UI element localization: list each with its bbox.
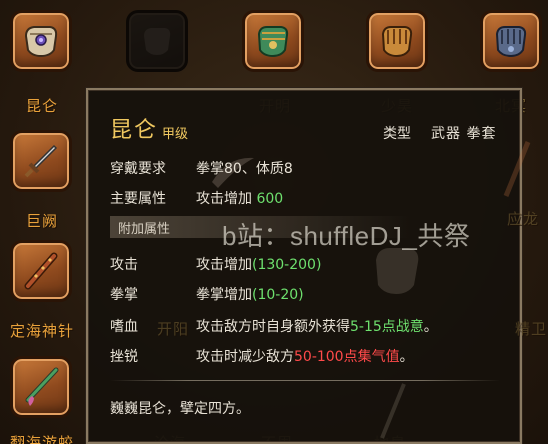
item-tooltip: 开阳 应龙 精卫 昆仑 甲级 类型 武器 拳套 穿戴要求 拳掌80、体质8 主要… (86, 88, 546, 444)
special-effect-highlight: 50-100点集气值 (294, 349, 400, 365)
extra-attr-value: 拳掌增加(10-20) (196, 284, 304, 304)
item-slot-empty[interactable] (126, 10, 188, 72)
main-attr-key: 主要属性 (110, 191, 166, 207)
item-slot-dinghai[interactable] (10, 240, 72, 302)
extra-attr-prefix: 攻击增加 (196, 257, 252, 273)
main-attr-value: 攻击增加 600 (196, 188, 283, 208)
item-type-value: 武器 拳套 (431, 126, 497, 142)
extra-attr-key: 攻击 (110, 257, 138, 273)
special-effect-highlight: 5-15点战意 (350, 319, 424, 335)
extra-attr-key: 拳掌 (110, 287, 138, 303)
special-effect-value: 攻击时减少敌方50-100点集气值。 (196, 346, 414, 366)
item-type-label: 类型 (383, 126, 411, 142)
item-grade: 甲级 (162, 127, 189, 142)
item-label-kunlun: 昆仑 (25, 97, 58, 115)
extra-attr-prefix: 拳掌增加 (196, 287, 252, 303)
equipment-screen: 昆仑 开明 少昊 北冥 巨阙 (0, 0, 548, 444)
special-effect-prefix: 攻击敌方时自身额外获得 (196, 319, 350, 335)
item-slot-kaiming[interactable] (242, 10, 304, 72)
special-effect-suffix: 。 (399, 349, 414, 365)
special-effect-key: 挫锐 (110, 349, 138, 365)
kunlun-gauntlet-icon (24, 26, 58, 58)
extra-attr-number: (130-200) (252, 257, 322, 273)
special-effect-key: 嗜血 (110, 319, 138, 335)
requirement-value: 拳掌80、体质8 (196, 161, 293, 177)
item-title: 昆仑 (110, 118, 159, 143)
kaiming-gauntlet-icon (257, 26, 289, 58)
sword-icon (24, 144, 58, 178)
extra-attr-header-text: 附加属性 (118, 222, 171, 237)
special-effect-prefix: 攻击时减少敌方 (196, 349, 294, 365)
spear-icon (25, 367, 59, 406)
main-attr-number: 600 (256, 191, 284, 207)
ghost-spear-icon (380, 383, 406, 439)
beiming-gauntlet-icon (495, 26, 527, 58)
item-label-dinghai: 定海神针 (9, 322, 74, 340)
watermark: b站：shuffleDJ_共祭 (222, 221, 471, 251)
extra-attr-number: (10-20) (252, 287, 304, 303)
requirement-key: 穿戴要求 (110, 161, 166, 177)
shaohao-gauntlet-icon (381, 26, 413, 58)
ghost-weapon-icon (503, 141, 531, 197)
item-slot-kunlun[interactable] (10, 10, 72, 72)
special-effect-suffix: 。 (423, 319, 438, 335)
empty-slot-icon (144, 28, 171, 55)
item-slot-beiming[interactable] (480, 10, 542, 72)
divider (110, 380, 500, 381)
item-slot-shaohao[interactable] (366, 10, 428, 72)
item-slot-juque[interactable] (10, 130, 72, 192)
ghost-label-jingwei: 精卫 (514, 320, 547, 338)
item-slot-fanhai[interactable] (10, 356, 72, 418)
item-label-juque: 巨阙 (25, 212, 58, 230)
item-flavor-text: 巍巍昆仑，擘定四方。 (110, 401, 250, 417)
special-effect-value: 攻击敌方时自身额外获得5-15点战意。 (196, 316, 438, 336)
staff-icon (24, 252, 58, 290)
ghost-label-yinglong: 应龙 (506, 210, 539, 228)
item-label-fanhai: 翻海游蛟 (9, 434, 74, 444)
main-attr-prefix: 攻击增加 (196, 191, 257, 207)
extra-attr-value: 攻击增加(130-200) (196, 254, 321, 274)
